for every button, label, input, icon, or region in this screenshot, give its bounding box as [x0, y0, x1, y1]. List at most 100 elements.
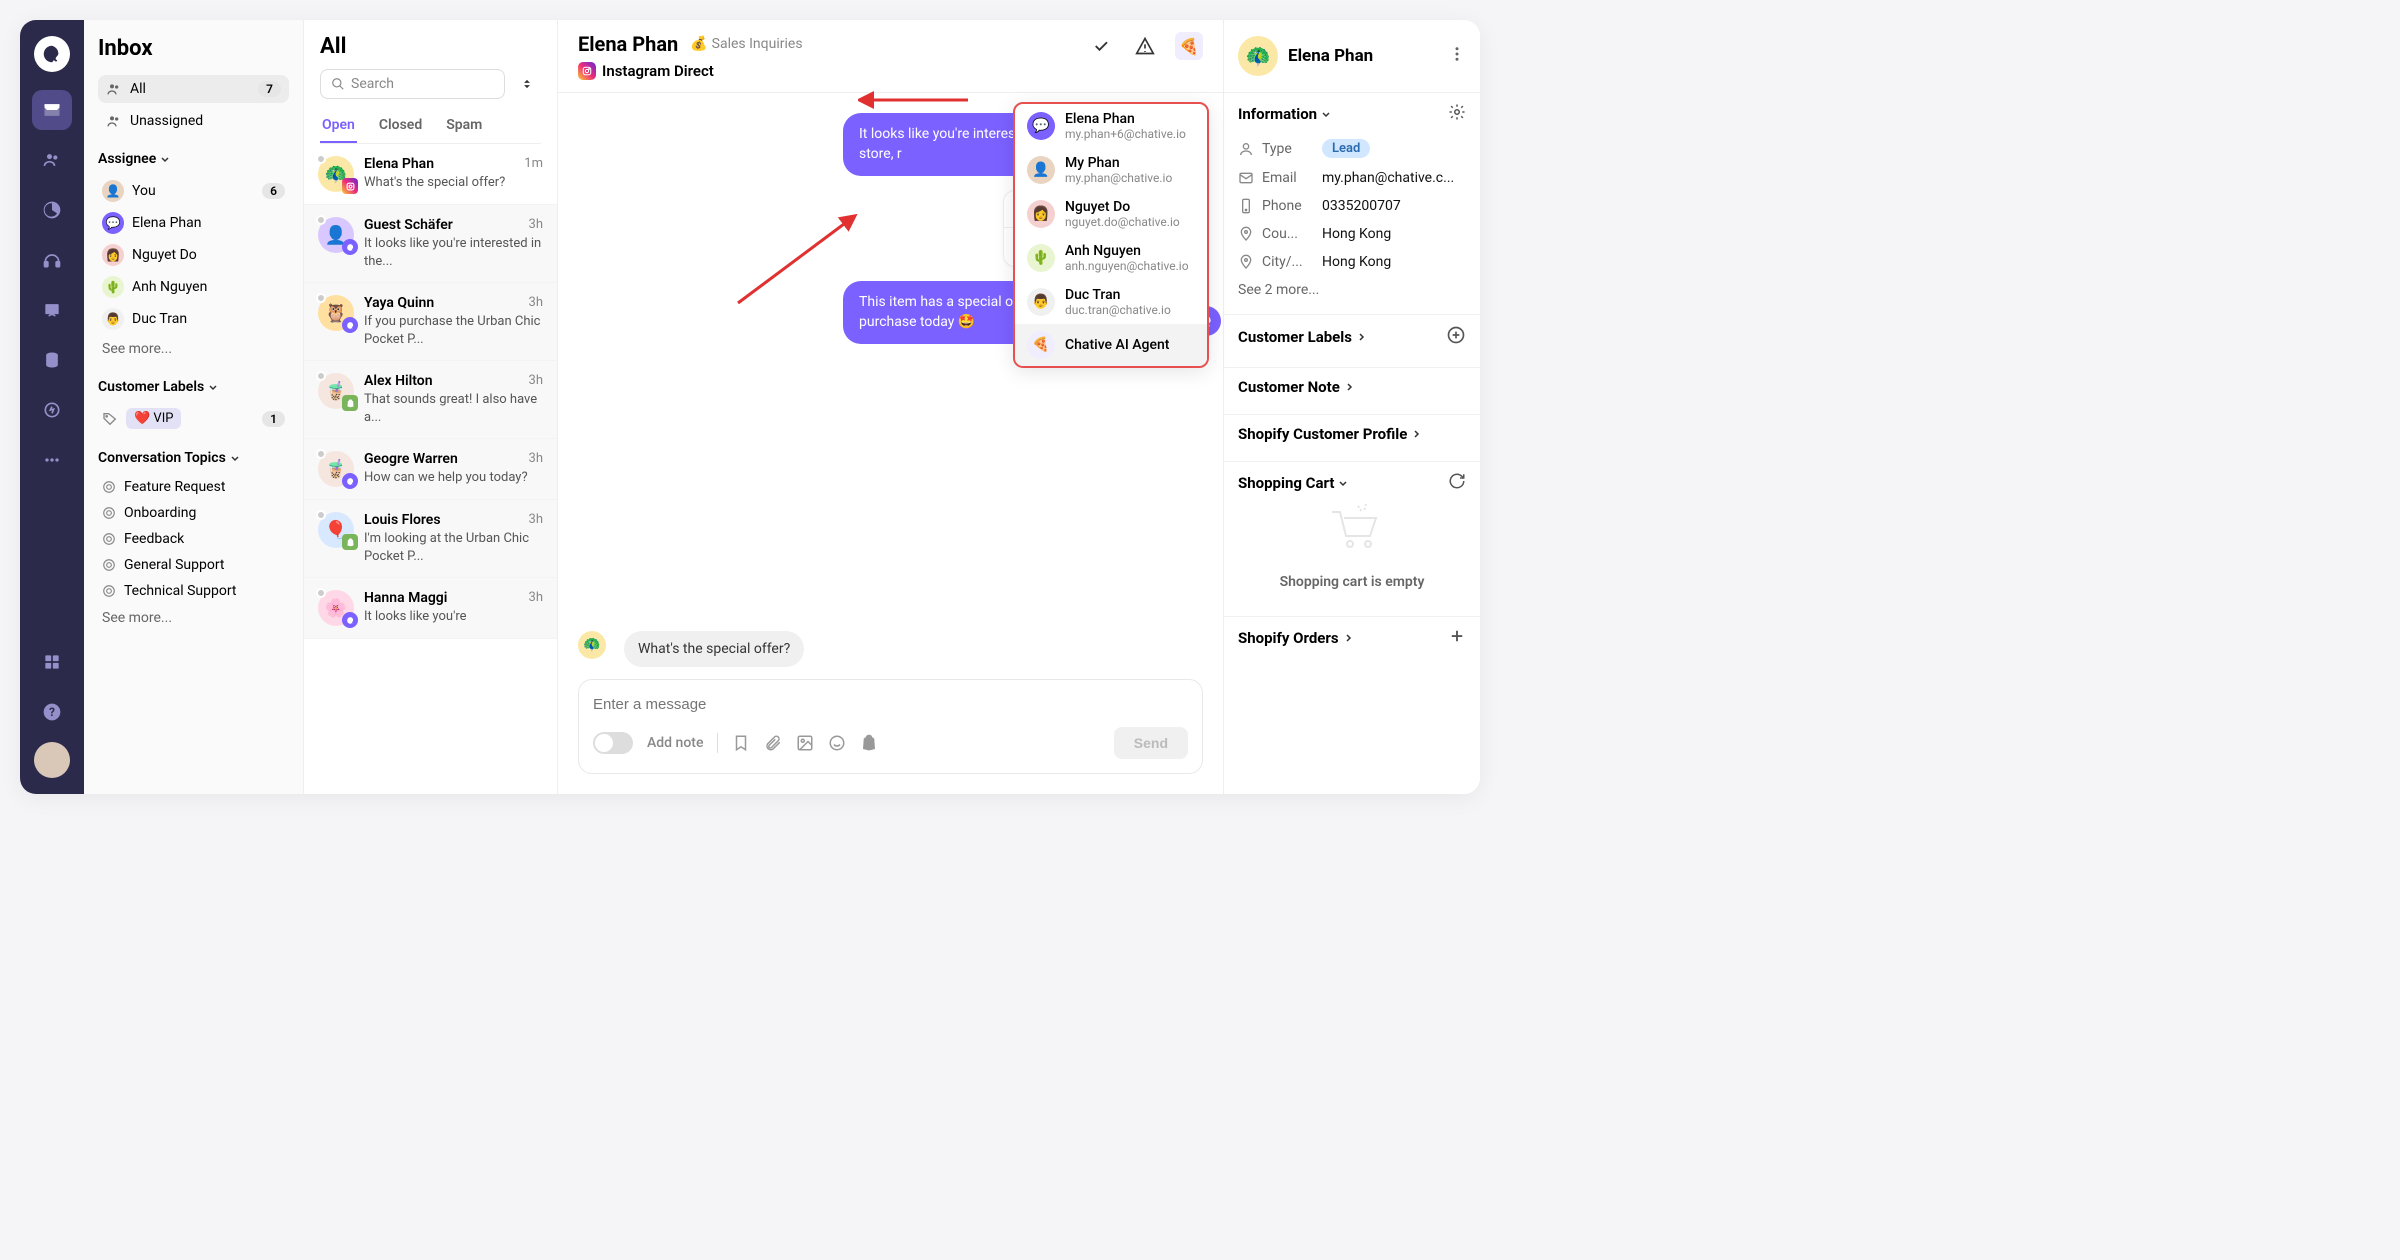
emoji-icon[interactable]: [828, 734, 846, 752]
nav-help[interactable]: ?: [32, 692, 72, 732]
message-composer: Add note Send: [578, 679, 1203, 774]
resolve-button[interactable]: [1087, 32, 1115, 60]
note-toggle[interactable]: [593, 732, 633, 754]
bookmark-icon[interactable]: [732, 734, 750, 752]
message-user-reply: What's the special offer?: [624, 631, 804, 667]
conversation-item[interactable]: 👤Guest Schäfer3hIt looks like you're int…: [304, 205, 557, 283]
app-logo[interactable]: [34, 36, 70, 72]
sort-button[interactable]: [513, 70, 541, 98]
assignee-item[interactable]: 👩Nguyet Do: [98, 239, 289, 271]
labels-section[interactable]: Customer Labels: [1238, 328, 1366, 346]
chevron-down-icon: [230, 453, 240, 463]
add-order-button[interactable]: [1448, 627, 1466, 649]
topic-item[interactable]: Feature Request: [98, 474, 289, 500]
topic-item[interactable]: Onboarding: [98, 500, 289, 526]
location-icon: [1238, 226, 1254, 242]
topics-see-more[interactable]: See more...: [98, 604, 289, 632]
topic-item[interactable]: Feedback: [98, 526, 289, 552]
conv-avatar: 👤: [318, 217, 354, 253]
chevron-right-icon: [1343, 633, 1353, 643]
tab-open[interactable]: Open: [320, 109, 357, 143]
nav-inbox[interactable]: [32, 90, 72, 130]
inbox-scope-unassigned[interactable]: Unassigned: [98, 107, 289, 135]
dropdown-item[interactable]: 🍕Chative AI Agent: [1015, 324, 1207, 366]
conv-avatar: 🧋: [318, 373, 354, 409]
chevron-down-icon: [1338, 478, 1348, 488]
refresh-cart-button[interactable]: [1448, 472, 1466, 494]
info-settings-button[interactable]: [1448, 103, 1466, 125]
tab-spam[interactable]: Spam: [444, 109, 484, 143]
topics-section-title[interactable]: Conversation Topics: [98, 450, 289, 466]
topic-item[interactable]: Technical Support: [98, 578, 289, 604]
nav-automation[interactable]: [32, 390, 72, 430]
info-see-more[interactable]: See 2 more...: [1238, 276, 1466, 304]
label-vip[interactable]: ❤️ VIP 1: [98, 403, 289, 434]
warning-button[interactable]: [1131, 32, 1159, 60]
nav-contacts[interactable]: [32, 140, 72, 180]
nav-apps[interactable]: [32, 642, 72, 682]
nav-user-avatar[interactable]: [34, 742, 70, 778]
image-icon[interactable]: [796, 734, 814, 752]
dropdown-item[interactable]: 🌵Anh Nguyenanh.nguyen@chative.io: [1015, 236, 1207, 280]
conversation-item[interactable]: 🌸Hanna Maggi3hIt looks like you're: [304, 578, 557, 639]
chevron-down-icon: [208, 382, 218, 392]
search-input[interactable]: Search: [320, 69, 505, 99]
info-country: Hong Kong: [1322, 226, 1391, 242]
dropdown-item[interactable]: 💬Elena Phanmy.phan+6@chative.io: [1015, 104, 1207, 148]
dropdown-item[interactable]: 👨Duc Tranduc.tran@chative.io: [1015, 280, 1207, 324]
send-button[interactable]: Send: [1114, 727, 1188, 759]
shopify-icon[interactable]: [860, 734, 878, 752]
conversation-item[interactable]: 🎈Louis Flores3hI'm looking at the Urban …: [304, 500, 557, 578]
nav-headset[interactable]: [32, 240, 72, 280]
assignee-item[interactable]: 🌵Anh Nguyen: [98, 271, 289, 303]
nav-rail: ?: [20, 20, 84, 794]
topic-icon: [102, 532, 116, 546]
message-input[interactable]: [593, 696, 1188, 713]
location-icon: [1238, 254, 1254, 270]
conversation-item[interactable]: 🦉Yaya Quinn3hIf you purchase the Urban C…: [304, 283, 557, 361]
phone-icon: [1238, 198, 1254, 214]
assign-agent-button[interactable]: 🍕: [1175, 32, 1203, 60]
chevron-right-icon: [1411, 429, 1421, 439]
attachment-icon[interactable]: [764, 734, 782, 752]
nav-data[interactable]: [32, 340, 72, 380]
inbox-sidebar: Inbox All7Unassigned Assignee 👤You6💬Elen…: [84, 20, 304, 794]
nav-more[interactable]: [32, 440, 72, 480]
chat-channel[interactable]: Instagram Direct: [578, 62, 803, 80]
assignee-see-more[interactable]: See more...: [98, 335, 289, 363]
nav-reports[interactable]: [32, 190, 72, 230]
dropdown-item[interactable]: 👤My Phanmy.phan@chative.io: [1015, 148, 1207, 192]
topic-item[interactable]: General Support: [98, 552, 289, 578]
chat-topic[interactable]: 💰Sales Inquiries: [690, 36, 802, 52]
add-note-label: Add note: [647, 735, 703, 751]
add-label-button[interactable]: [1446, 325, 1466, 349]
dropdown-item[interactable]: 👩Nguyet Donguyet.do@chative.io: [1015, 192, 1207, 236]
conv-avatar: 🦉: [318, 295, 354, 331]
assignee-avatar: 💬: [102, 212, 124, 234]
orders-section[interactable]: Shopify Orders: [1238, 629, 1353, 647]
inbox-scope-all[interactable]: All7: [98, 75, 289, 103]
cart-section[interactable]: Shopping Cart: [1238, 474, 1348, 492]
info-section-title[interactable]: Information: [1238, 105, 1331, 123]
conversation-item[interactable]: 🧋Alex Hilton3hThat sounds great! I also …: [304, 361, 557, 439]
contact-menu-button[interactable]: [1448, 45, 1466, 67]
assignee-item[interactable]: 👨Duc Tran: [98, 303, 289, 335]
assignee-item[interactable]: 💬Elena Phan: [98, 207, 289, 239]
conversation-item[interactable]: 🦚Elena Phan1mWhat's the special offer?: [304, 144, 557, 205]
note-section[interactable]: Customer Note: [1238, 378, 1354, 396]
email-icon: [1238, 170, 1254, 186]
conversation-item[interactable]: 🧋Geogre Warren3hHow can we help you toda…: [304, 439, 557, 500]
chevron-down-icon: [1321, 109, 1331, 119]
convlist-title: All: [320, 34, 541, 59]
chat-contact-name: Elena Phan: [578, 32, 678, 56]
assignee-item[interactable]: 👤You6: [98, 175, 289, 207]
labels-section-title[interactable]: Customer Labels: [98, 379, 289, 395]
topic-icon: [102, 480, 116, 494]
nav-campaigns[interactable]: [32, 290, 72, 330]
assignee-section-title[interactable]: Assignee: [98, 151, 289, 167]
conv-avatar: 🦚: [318, 156, 354, 192]
contact-avatar: 🦚: [1238, 36, 1278, 76]
shopify-profile-section[interactable]: Shopify Customer Profile: [1238, 425, 1421, 443]
info-phone: 0335200707: [1322, 198, 1401, 214]
tab-closed[interactable]: Closed: [377, 109, 424, 143]
